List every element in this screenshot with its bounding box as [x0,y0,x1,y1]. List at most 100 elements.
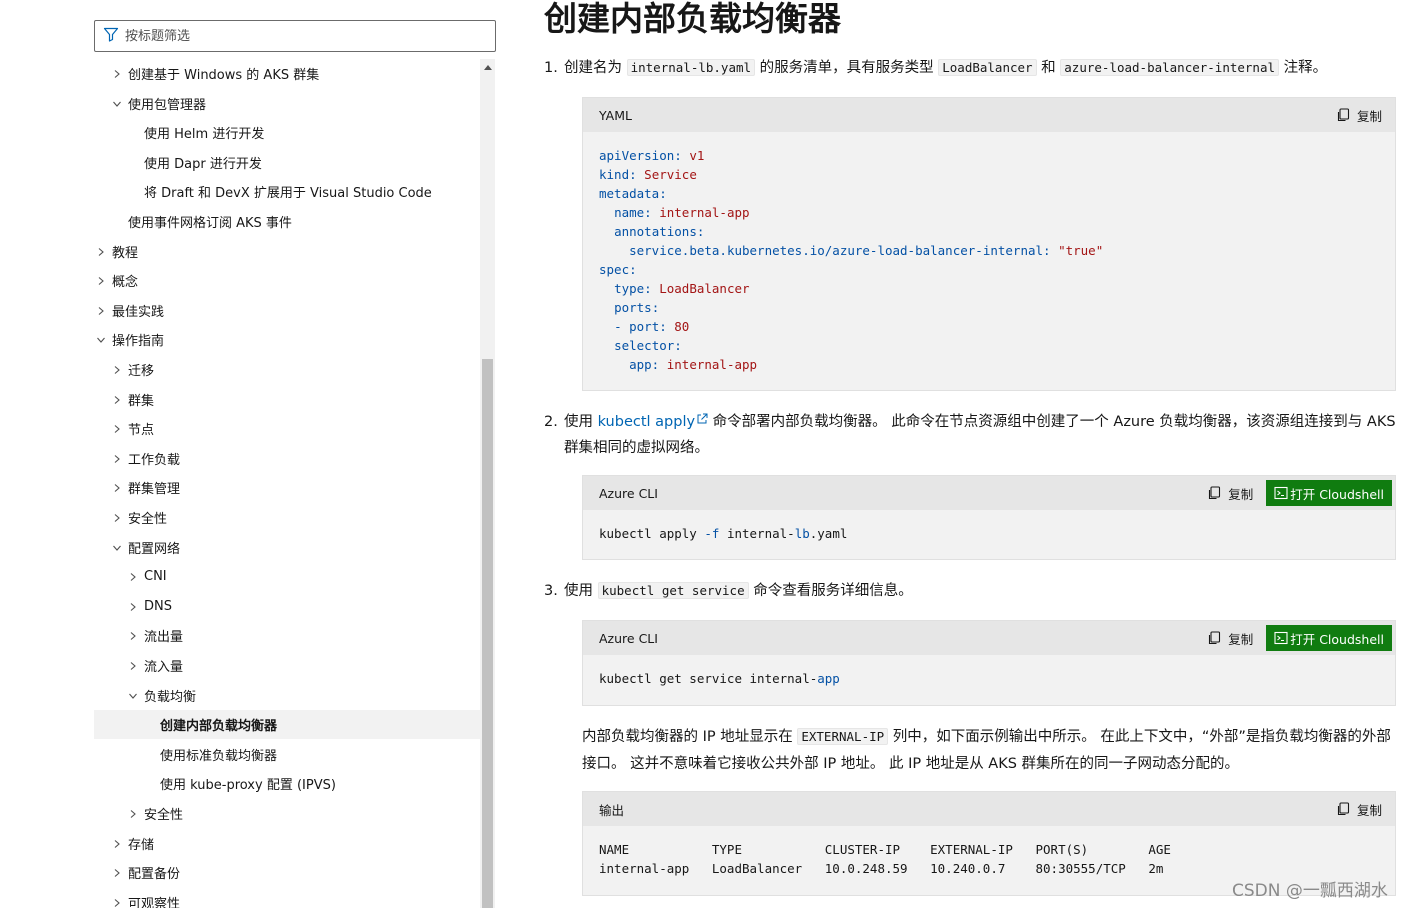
yaml-key: spec: [599,262,637,277]
chevron-right-icon[interactable] [96,276,106,286]
toc-item[interactable]: 将 Draft 和 DevX 扩展用于 Visual Studio Code [94,177,480,206]
yaml-code-block: YAML 复制 apiVersion: v1 kind: Service metad… [582,97,1396,391]
chevron-right-icon[interactable] [112,365,122,375]
yaml-indent [599,338,614,353]
copy-button[interactable]: 复制 [1197,479,1263,507]
copy-button[interactable]: 复制 [1326,795,1392,823]
chevron-down-icon[interactable] [96,335,106,345]
toc-item[interactable]: 流入量 [94,651,480,680]
chevron-right-icon[interactable] [128,661,138,671]
copy-button[interactable]: 复制 [1197,624,1263,652]
yaml-key: type: [614,281,652,296]
sidebar-scrollbar[interactable] [480,59,495,908]
chevron-right-icon[interactable] [112,454,122,464]
chevron-right-icon[interactable] [112,513,122,523]
chevron-right-icon[interactable] [112,483,122,493]
copy-icon [1337,108,1350,122]
toc-item[interactable]: 创建内部负载均衡器 [94,710,480,739]
toc-item[interactable]: 流出量 [94,621,480,650]
open-cloudshell-button[interactable]: 打开 Cloudshell [1266,480,1392,506]
filter-box[interactable] [94,20,496,52]
open-cloudshell-button[interactable]: 打开 Cloudshell [1266,625,1392,651]
yaml-line: app: internal-app [599,355,1379,374]
toc-item[interactable]: 迁移 [94,355,480,384]
toc-item[interactable]: 使用 Helm 进行开发 [94,118,480,147]
kubectl-apply-link[interactable]: kubectl apply [598,413,708,430]
yaml-indent [599,357,629,372]
yaml-indent [599,205,614,220]
toc-item-label: 配置网络 [128,542,181,557]
code-header: 输出 复制 [583,792,1395,826]
yaml-line: type: LoadBalancer [599,279,1379,298]
code-language-label: Azure CLI [599,485,658,501]
toc-item[interactable]: 安全性 [94,799,480,828]
yaml-line: kind: Service [599,165,1379,184]
yaml-line: selector: [599,336,1379,355]
chevron-right-icon[interactable] [112,424,122,434]
toc-item-label: 操作指南 [112,334,165,349]
code-body: apiVersion: v1 kind: Service metadata: nam… [583,132,1395,388]
toc-item[interactable]: CNI [94,562,480,591]
toc-item[interactable]: 使用 Dapr 进行开发 [94,148,480,177]
chevron-right-icon[interactable] [96,247,106,257]
copy-button[interactable]: 复制 [1326,101,1392,129]
toc-item-label: 最佳实践 [112,305,165,320]
filter-input[interactable] [125,28,485,44]
chevron-right-icon[interactable] [112,69,122,79]
toc-item[interactable]: 配置备份 [94,858,480,887]
toc-item[interactable]: 可观察性 [94,888,480,908]
chevron-right-icon[interactable] [112,898,122,908]
chevron-down-icon[interactable] [128,691,138,701]
chevron-right-icon[interactable] [128,631,138,641]
chevron-right-icon[interactable] [128,602,138,612]
toc-item-label: 安全性 [144,808,184,823]
toc-item[interactable]: 安全性 [94,503,480,532]
toc-item[interactable]: 存储 [94,829,480,858]
yaml-line: metadata: [599,184,1379,203]
toc-item[interactable]: 最佳实践 [94,296,480,325]
yaml-value: 80 [666,319,690,334]
toc-item[interactable]: 创建基于 Windows 的 AKS 群集 [94,59,480,88]
yaml-value: Service [636,167,697,182]
toc-item[interactable]: 节点 [94,414,480,443]
chevron-right-icon[interactable] [112,395,122,405]
sidebar: 创建基于 Windows 的 AKS 群集使用包管理器使用 Helm 进行开发使… [0,0,500,908]
toc-item[interactable]: 使用标准负载均衡器 [94,740,480,769]
cli-code-block-get-service: Azure CLI 复制 打开 Cloudshell kubectl get s… [582,620,1396,706]
inline-code: internal-lb.yaml [626,59,756,76]
chevron-right-icon[interactable] [112,868,122,878]
copy-icon [1337,802,1350,816]
toc-item[interactable]: 群集 [94,385,480,414]
code-header: Azure CLI 复制 打开 Cloudshell [583,476,1395,510]
chevron-right-icon[interactable] [128,572,138,582]
toc-item[interactable]: 使用事件网格订阅 AKS 事件 [94,207,480,236]
yaml-value: LoadBalancer [651,281,750,296]
chevron-right-icon[interactable] [96,306,106,316]
chevron-down-icon[interactable] [112,543,122,553]
chevron-right-icon[interactable] [112,839,122,849]
yaml-key: kind: [599,167,637,182]
chevron-down-icon[interactable] [112,99,122,109]
toc-item[interactable]: 使用包管理器 [94,89,480,118]
yaml-line: name: internal-app [599,203,1379,222]
toc-item[interactable]: 教程 [94,237,480,266]
toc-item-label: 创建内部负载均衡器 [160,719,278,734]
toc-item-label: 存储 [128,838,155,853]
step-text: 创建名为 internal-lb.yaml 的服务清单，具有服务类型 LoadB… [564,59,1328,76]
toc-item[interactable]: 概念 [94,266,480,295]
scroll-up-arrow-icon[interactable] [480,59,495,76]
toc-item[interactable]: DNS [94,592,480,621]
toc-item[interactable]: 群集管理 [94,473,480,502]
toc-item[interactable]: 负载均衡 [94,681,480,710]
toc-item[interactable]: 操作指南 [94,325,480,354]
scrollbar-thumb[interactable] [482,359,493,908]
toc-item[interactable]: 使用 kube-proxy 配置 (IPVS) [94,769,480,798]
yaml-key: name: [614,205,652,220]
toc-item-label: 工作负载 [128,453,181,468]
code-body: kubectl get service internal-app [599,671,840,686]
chevron-right-icon[interactable] [128,809,138,819]
toc-item[interactable]: 配置网络 [94,533,480,562]
toc-item[interactable]: 工作负载 [94,444,480,473]
toc-item-label: 配置备份 [128,867,181,882]
step-1: 1. 创建名为 internal-lb.yaml 的服务清单，具有服务类型 Lo… [544,55,1396,81]
